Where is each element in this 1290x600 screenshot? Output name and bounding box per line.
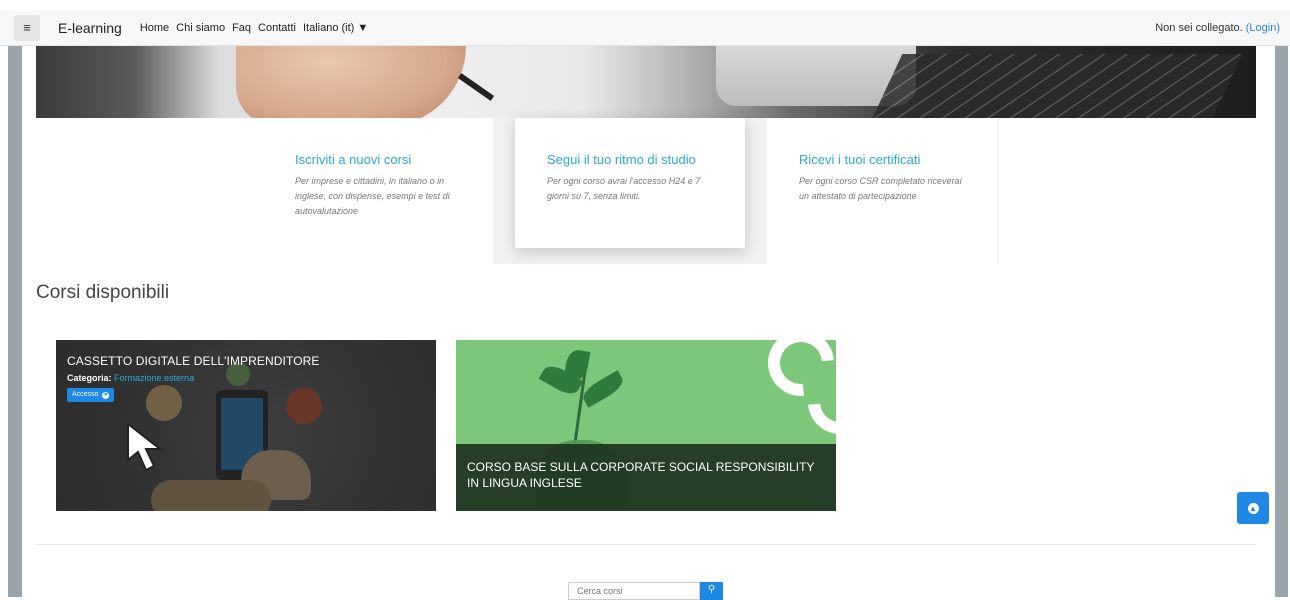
category-link[interactable]: Formazione esterna — [114, 373, 194, 383]
plant-leaf — [563, 348, 591, 382]
caret-down-icon: ▼ — [357, 21, 369, 34]
access-button[interactable]: Accesso ➤ — [67, 388, 115, 402]
feature-card-iscriviti: Iscriviti a nuovi corsi Per imprese e ci… — [263, 118, 493, 264]
search-courses-input[interactable] — [568, 582, 700, 600]
page-frame: Iscriviti a nuovi corsi Per imprese e ci… — [8, 46, 1288, 600]
feature-card-certificati: Ricevi i tuoi certificati Per ogni corso… — [767, 118, 997, 264]
login-status: Non sei collegato. (Login) — [1155, 22, 1280, 34]
nav-links: Home Chi siamo Faq Contatti Italiano (it… — [140, 22, 368, 34]
feature-title[interactable]: Ricevi i tuoi certificati — [799, 152, 967, 167]
feature-text: Per ogni corso CSR completato riceverai … — [799, 176, 962, 201]
plant-leaf — [579, 370, 627, 408]
arrow-up-circle-icon: ▲ — [1247, 502, 1259, 514]
feature-text: Per imprese e cittadini, in italiano o i… — [295, 176, 450, 216]
category-label: Categoria: — [67, 373, 112, 383]
hero-keyboard — [869, 54, 1243, 118]
nav-link-home[interactable]: Home — [140, 22, 169, 34]
nav-link-faq[interactable]: Faq — [232, 22, 251, 34]
hamburger-menu-button[interactable]: ≡ — [14, 14, 40, 41]
feature-title[interactable]: Iscriviti a nuovi corsi — [295, 152, 463, 167]
nav-link-contatti[interactable]: Contatti — [258, 22, 296, 34]
course-card-csr-inglese[interactable]: CORSO BASE SULLA CORPORATE SOCIAL RESPON… — [456, 340, 836, 511]
course-category: Categoria: Formazione esterna — [67, 373, 320, 383]
search-icon: ⚲ — [707, 584, 716, 595]
access-button-label: Accesso — [72, 391, 99, 398]
language-label: Italiano (it) — [302, 21, 355, 34]
site-brand[interactable]: E-learning — [58, 20, 122, 36]
course-card-cassetto-digitale[interactable]: CASSETTO DIGITALE DELL'IMPRENDITORE Cate… — [56, 340, 436, 511]
course-name[interactable]: CASSETTO DIGITALE DELL'IMPRENDITORE — [67, 354, 320, 368]
mouse-cursor-icon — [127, 422, 163, 472]
feature-title[interactable]: Segui il tuo ritmo di studio — [547, 152, 715, 167]
login-link[interactable]: (Login) — [1246, 22, 1280, 34]
hero-pen — [457, 73, 495, 101]
course-info: CASSETTO DIGITALE DELL'IMPRENDITORE Cate… — [67, 354, 320, 402]
divider — [36, 544, 1256, 545]
hamburger-icon: ≡ — [23, 20, 31, 35]
page-content: Iscriviti a nuovi corsi Per imprese e ci… — [22, 46, 1275, 600]
nav-link-chi-siamo[interactable]: Chi siamo — [176, 22, 225, 34]
arrow-right-circle-icon: ➤ — [102, 392, 110, 399]
course-name[interactable]: CORSO BASE SULLA CORPORATE SOCIAL RESPON… — [467, 459, 827, 491]
feature-text: Per ogni corso avrai l'accesso H24 e 7 g… — [547, 176, 701, 201]
hero-hand — [236, 46, 466, 118]
search-button[interactable]: ⚲ — [700, 582, 723, 600]
login-status-text: Non sei collegato. — [1155, 21, 1243, 34]
back-to-top-button[interactable]: ▲ — [1237, 492, 1269, 524]
top-navbar: ≡ E-learning Home Chi siamo Faq Contatti… — [0, 10, 1290, 46]
language-selector[interactable]: Italiano (it) ▼ — [303, 22, 368, 34]
section-title: Corsi disponibili — [36, 282, 170, 303]
feature-card-ritmo: Segui il tuo ritmo di studio Per ogni co… — [515, 118, 745, 248]
hero-image — [36, 46, 1256, 118]
